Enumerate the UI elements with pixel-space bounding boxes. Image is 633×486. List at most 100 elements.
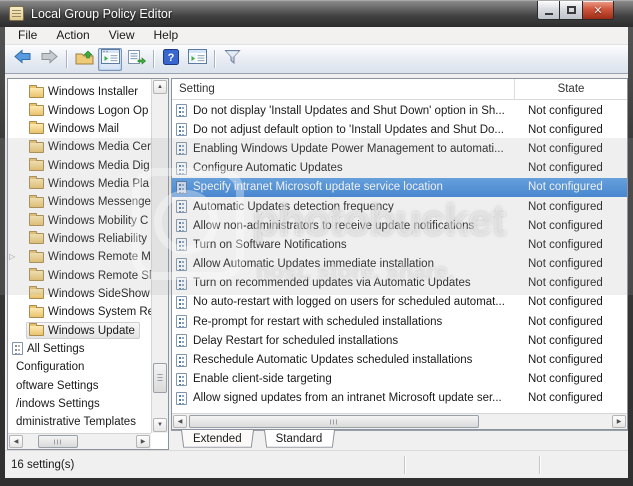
setting-row[interactable]: Delay Restart for scheduled installation…	[172, 331, 627, 350]
setting-row[interactable]: Automatic Updates detection frequency No…	[172, 197, 627, 216]
setting-row[interactable]: Turn on Software Notifications Not confi…	[172, 235, 627, 254]
close-button[interactable]: ✕	[583, 1, 614, 20]
menu-help[interactable]: Help	[145, 27, 188, 44]
tree-item-all-settings[interactable]: All Settings	[9, 340, 152, 358]
menu-view[interactable]: View	[100, 27, 144, 44]
tree-item-windows-remote-sl[interactable]: Windows Remote Sl	[9, 266, 152, 284]
policy-setting-icon	[176, 200, 187, 213]
setting-row[interactable]: Specify intranet Microsoft update servic…	[172, 178, 627, 197]
tree-item-capsule: Windows Media Pla	[26, 175, 152, 192]
tree-vertical-scrollbar[interactable]: ▲ ▼	[151, 79, 168, 433]
menu-file[interactable]: File	[9, 27, 46, 44]
tree-item-capsule: All Settings	[9, 340, 90, 357]
policy-setting-icon	[176, 104, 187, 117]
local-group-policy-editor-window: Local Group Policy Editor ✕ FileActionVi…	[0, 0, 633, 486]
window-controls: ✕	[537, 1, 614, 20]
status-text: 16 setting(s)	[11, 459, 74, 471]
setting-state: Not configured	[515, 316, 627, 328]
setting-state: Not configured	[515, 201, 627, 213]
title-bar[interactable]: Local Group Policy Editor ✕	[0, 0, 633, 27]
tree-item-windows-remote-m[interactable]: ▷ Windows Remote M	[9, 248, 152, 266]
export-list-button[interactable]	[124, 48, 148, 71]
list-hscroll-thumb[interactable]	[189, 415, 479, 428]
tree-item-label: Windows Reliability	[48, 233, 147, 245]
close-icon: ✕	[593, 5, 602, 16]
back-button[interactable]	[11, 48, 35, 71]
tree-item-label: Windows Mail	[48, 123, 119, 135]
tab-extended[interactable]: Extended	[181, 431, 254, 449]
status-divider	[539, 456, 540, 474]
tree-item-dministrative-templates[interactable]: dministrative Templates	[9, 413, 152, 431]
scroll-right-button[interactable]: ▶	[612, 415, 626, 428]
scroll-left-button[interactable]: ◀	[9, 435, 23, 448]
tree-vscroll-thumb[interactable]	[153, 363, 167, 393]
policy-setting-icon	[176, 142, 187, 155]
tree-item-indows-settings[interactable]: /indows Settings	[9, 395, 152, 413]
show-window-button[interactable]	[185, 48, 209, 71]
tree-item-configuration[interactable]: Configuration	[9, 358, 152, 376]
setting-row[interactable]: Re-prompt for restart with scheduled ins…	[172, 312, 627, 331]
show-console-tree-button[interactable]	[98, 48, 122, 71]
setting-row[interactable]: Do not display 'Install Updates and Shut…	[172, 101, 627, 120]
window-body: FileActionViewHelp ? Windows Installer W…	[5, 27, 628, 478]
tree-item-windows-logon-op[interactable]: Windows Logon Op	[9, 101, 152, 119]
tree-item-capsule: Windows Reliability	[26, 230, 152, 247]
setting-row[interactable]: Allow Automatic Updates immediate instal…	[172, 255, 627, 274]
policy-setting-icon	[176, 334, 187, 347]
settings-list: Do not display 'Install Updates and Shut…	[172, 101, 627, 408]
column-header-state[interactable]: State	[515, 79, 627, 99]
setting-state: Not configured	[515, 220, 627, 232]
tree-item-windows-system-re[interactable]: Windows System Re	[9, 303, 152, 321]
policy-setting-icon	[176, 296, 187, 309]
list-horizontal-scrollbar[interactable]: ◀ ▶	[172, 413, 627, 429]
menu-action[interactable]: Action	[47, 27, 98, 44]
scroll-down-button[interactable]: ▼	[153, 418, 167, 432]
scroll-right-button[interactable]: ▶	[136, 435, 150, 448]
setting-row[interactable]: Allow non-administrators to receive upda…	[172, 216, 627, 235]
thumb-grip	[54, 439, 62, 444]
tree-item-windows-reliability[interactable]: Windows Reliability	[9, 230, 152, 248]
tree-item-windows-mobility-c[interactable]: Windows Mobility C	[9, 211, 152, 229]
tree-item-windows-installer[interactable]: Windows Installer	[9, 83, 152, 101]
setting-name: Allow Automatic Updates immediate instal…	[193, 258, 434, 270]
toolbar: ?	[5, 45, 628, 74]
scroll-left-button[interactable]: ◀	[173, 415, 187, 428]
tab-standard[interactable]: Standard	[264, 431, 335, 449]
tree-item-label: Windows Remote M	[48, 251, 151, 263]
setting-row[interactable]: No auto-restart with logged on users for…	[172, 293, 627, 312]
minimize-button[interactable]	[537, 1, 560, 20]
tree-item-capsule: Windows Remote M	[26, 249, 152, 266]
setting-row[interactable]: Reschedule Automatic Updates scheduled i…	[172, 350, 627, 369]
tree-item-windows-media-pla[interactable]: Windows Media Pla	[9, 175, 152, 193]
tree-hscroll-thumb[interactable]	[38, 435, 78, 448]
expander-icon[interactable]: ▷	[9, 252, 15, 261]
tree-item-windows-sideshow[interactable]: Windows SideShow	[9, 285, 152, 303]
help-button[interactable]: ?	[159, 48, 183, 71]
tree-horizontal-scrollbar[interactable]: ◀ ▶	[8, 433, 151, 449]
tree-item-oftware-settings[interactable]: oftware Settings	[9, 377, 152, 395]
setting-row[interactable]: Turn on recommended updates via Automati…	[172, 274, 627, 293]
scroll-up-button[interactable]: ▲	[153, 80, 167, 94]
tree-item-windows-update[interactable]: Windows Update	[9, 321, 152, 339]
folder-icon	[29, 105, 44, 116]
setting-state: Not configured	[515, 373, 627, 385]
list-header: Setting State	[172, 79, 627, 100]
tree-item-windows-media-dig[interactable]: Windows Media Dig	[9, 156, 152, 174]
setting-row[interactable]: Enabling Windows Update Power Management…	[172, 139, 627, 158]
tree-item-windows-messenge[interactable]: Windows Messenge	[9, 193, 152, 211]
column-header-setting[interactable]: Setting	[172, 79, 515, 99]
setting-name: Enable client-side targeting	[193, 373, 332, 385]
maximize-button[interactable]	[560, 1, 583, 20]
setting-row[interactable]: Do not adjust default option to 'Install…	[172, 120, 627, 139]
tree-item-label: Windows SideShow	[48, 288, 150, 300]
up-one-level-button[interactable]	[72, 48, 96, 71]
setting-name: Configure Automatic Updates	[193, 162, 343, 174]
setting-row[interactable]: Allow signed updates from an intranet Mi…	[172, 389, 627, 408]
folder-icon	[29, 87, 44, 98]
tree-item-windows-media-cer[interactable]: Windows Media Cer	[9, 138, 152, 156]
forward-button[interactable]	[37, 48, 61, 71]
filter-button[interactable]	[220, 48, 244, 71]
setting-row[interactable]: Enable client-side targeting Not configu…	[172, 370, 627, 389]
tree-item-windows-mail[interactable]: Windows Mail	[9, 120, 152, 138]
setting-row[interactable]: Configure Automatic Updates Not configur…	[172, 159, 627, 178]
